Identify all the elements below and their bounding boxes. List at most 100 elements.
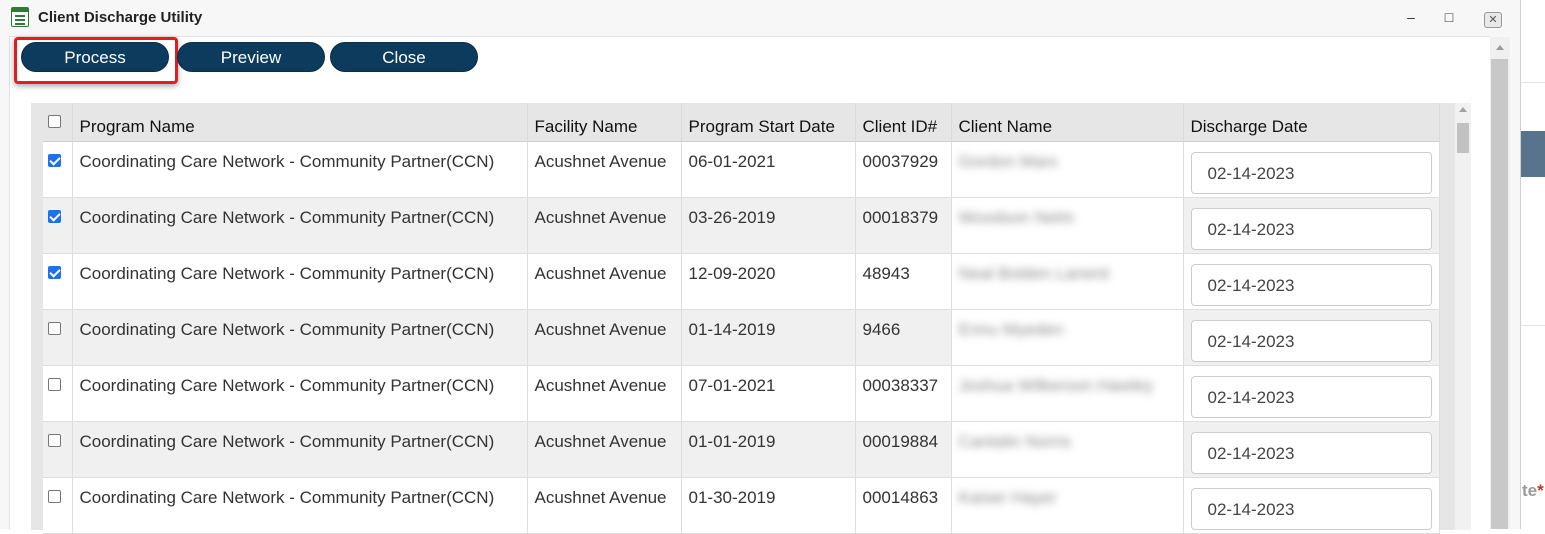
start-date-cell: 01-01-2019 [681,421,856,478]
title-bar[interactable]: Client Discharge Utility – □ ✕ [0,0,1520,36]
facility-name-cell: Acushnet Avenue [527,421,682,478]
row-checkbox[interactable] [48,489,61,503]
discharge-table: Program Name Facility Name Program Start… [43,103,1440,534]
discharge-date-cell: 02-14-2023 [1183,253,1440,310]
column-header-client-name[interactable]: Client Name [951,103,1184,142]
discharge-date-cell: 02-14-2023 [1183,421,1440,478]
facility-name-cell: Acushnet Avenue [527,365,682,422]
discharge-date-cell: 02-14-2023 [1183,365,1440,422]
client-name-cell: Cantalin Norris [951,421,1184,478]
program-name-cell: Coordinating Care Network - Community Pa… [72,197,528,254]
window-title: Client Discharge Utility [38,9,203,26]
client-name-cell: Neal Bolden Lanerd [951,253,1184,310]
grid-scroll-thumb[interactable] [1457,123,1469,153]
table-row[interactable]: Coordinating Care Network - Community Pa… [43,477,1440,534]
table-row[interactable]: Coordinating Care Network - Community Pa… [43,365,1440,422]
client-name-redacted: Ennu Myeden [958,319,1064,339]
client-name-cell: Ennu Myeden [951,309,1184,366]
client-id-cell: 00037929 [855,141,952,198]
client-discharge-window: Client Discharge Utility – □ ✕ Process P… [0,0,1521,534]
facility-name-cell: Acushnet Avenue [527,309,682,366]
column-header-start-date[interactable]: Program Start Date [681,103,856,142]
discharge-date-input[interactable]: 02-14-2023 [1190,151,1432,194]
program-name-cell: Coordinating Care Network - Community Pa… [72,477,528,534]
dialog-content: Process Preview Close Program Name Facil… [9,36,1490,534]
maximize-button[interactable]: □ [1440,8,1458,26]
client-name-cell: Joshua Wilkerson Hawley [951,365,1184,422]
client-id-cell: 00019884 [855,421,952,478]
discharge-grid: Program Name Facility Name Program Start… [31,103,1471,534]
minimize-button[interactable]: – [1402,8,1420,26]
program-name-cell: Coordinating Care Network - Community Pa… [72,365,528,422]
table-row[interactable]: Coordinating Care Network - Community Pa… [43,421,1440,478]
scroll-up-arrow-icon[interactable] [1459,107,1467,112]
start-date-cell: 07-01-2021 [681,365,856,422]
client-id-cell: 9466 [855,309,952,366]
discharge-date-input[interactable]: 02-14-2023 [1190,487,1432,530]
row-select-cell [43,197,73,254]
grid-vertical-scrollbar[interactable] [1455,103,1471,530]
close-button[interactable]: Close [330,42,478,72]
client-id-cell: 00014863 [855,477,952,534]
client-name-redacted: Cantalin Norris [958,431,1071,451]
program-name-cell: Coordinating Care Network - Community Pa… [72,421,528,478]
table-row[interactable]: Coordinating Care Network - Community Pa… [43,253,1440,310]
row-checkbox[interactable] [48,153,61,167]
facility-name-cell: Acushnet Avenue [527,253,682,310]
select-all-checkbox[interactable] [48,115,61,128]
client-name-cell: Woodson Nelm [951,197,1184,254]
row-checkbox[interactable] [48,433,61,447]
background-partial-label: te* [1522,481,1544,500]
dialog-scroll-thumb[interactable] [1491,59,1508,529]
column-header-client-id[interactable]: Client ID# [855,103,952,142]
client-name-redacted: Kaiser Hayer [958,487,1057,507]
discharge-date-input[interactable]: 02-14-2023 [1190,319,1432,362]
client-id-cell: 48943 [855,253,952,310]
row-select-cell [43,253,73,310]
column-header-discharge-date[interactable]: Discharge Date [1183,103,1440,142]
background-page-edge: te* [1521,0,1545,529]
start-date-cell: 01-14-2019 [681,309,856,366]
row-checkbox[interactable] [48,321,61,335]
column-header-facility[interactable]: Facility Name [527,103,682,142]
start-date-cell: 03-26-2019 [681,197,856,254]
client-id-cell: 00018379 [855,197,952,254]
dialog-vertical-scrollbar[interactable] [1490,37,1510,529]
client-name-cell: Kaiser Hayer [951,477,1184,534]
row-checkbox[interactable] [48,265,61,279]
background-header-band [1521,131,1545,177]
discharge-date-input[interactable]: 02-14-2023 [1190,375,1432,418]
discharge-date-input[interactable]: 02-14-2023 [1190,431,1432,474]
preview-button[interactable]: Preview [177,42,325,72]
client-name-redacted: Gordon Marx [958,151,1058,171]
row-checkbox[interactable] [48,209,61,223]
close-window-button[interactable]: ✕ [1484,12,1502,28]
discharge-date-input[interactable]: 02-14-2023 [1190,263,1432,306]
discharge-date-input[interactable]: 02-14-2023 [1190,207,1432,250]
dialog-scroll-up-arrow-icon[interactable] [1496,45,1504,50]
start-date-cell: 01-30-2019 [681,477,856,534]
table-row[interactable]: Coordinating Care Network - Community Pa… [43,197,1440,254]
start-date-cell: 06-01-2021 [681,141,856,198]
discharge-date-cell: 02-14-2023 [1183,197,1440,254]
table-row[interactable]: Coordinating Care Network - Community Pa… [43,309,1440,366]
client-name-redacted: Woodson Nelm [958,207,1075,227]
row-select-cell [43,309,73,366]
facility-name-cell: Acushnet Avenue [527,197,682,254]
table-row[interactable]: Coordinating Care Network - Community Pa… [43,141,1440,198]
facility-name-cell: Acushnet Avenue [527,477,682,534]
discharge-date-cell: 02-14-2023 [1183,477,1440,534]
program-name-cell: Coordinating Care Network - Community Pa… [72,253,528,310]
client-name-cell: Gordon Marx [951,141,1184,198]
table-header-row: Program Name Facility Name Program Start… [43,103,1440,142]
row-select-cell [43,477,73,534]
discharge-date-cell: 02-14-2023 [1183,309,1440,366]
client-name-redacted: Neal Bolden Lanerd [958,263,1109,283]
discharge-date-cell: 02-14-2023 [1183,141,1440,198]
column-header-program[interactable]: Program Name [72,103,528,142]
process-button[interactable]: Process [21,42,169,72]
select-all-cell [43,103,73,142]
row-checkbox[interactable] [48,377,61,391]
program-name-cell: Coordinating Care Network - Community Pa… [72,309,528,366]
start-date-cell: 12-09-2020 [681,253,856,310]
